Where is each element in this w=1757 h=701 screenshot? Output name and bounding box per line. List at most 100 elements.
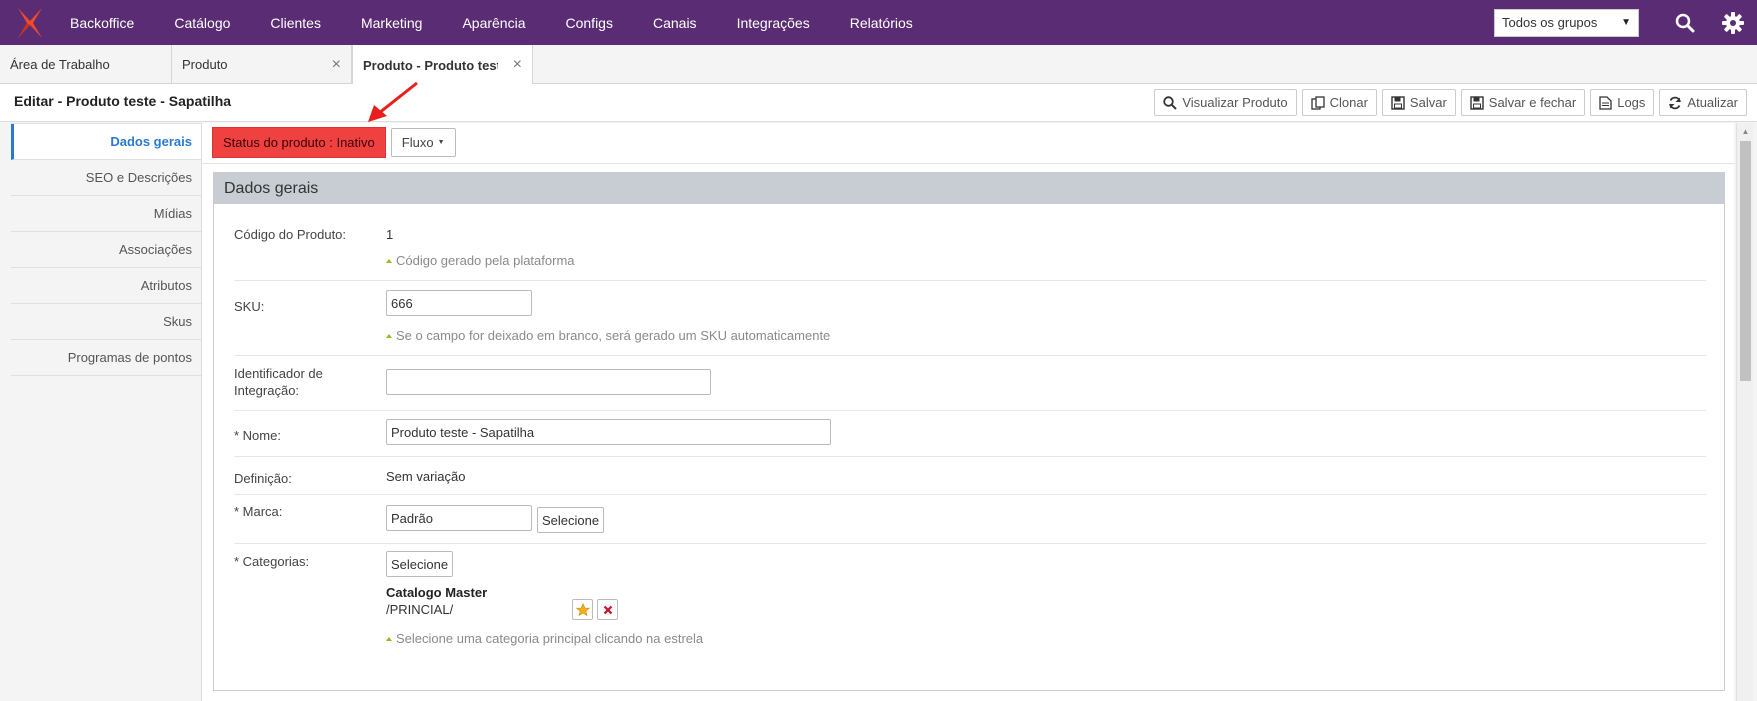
sidebar-item-dados-gerais[interactable]: Dados gerais <box>11 124 202 160</box>
save-icon <box>1391 95 1405 110</box>
categories-select-button[interactable]: Selecione <box>386 551 454 577</box>
nav-catalogo[interactable]: Catálogo <box>154 0 250 45</box>
brand-label: * Marca: <box>234 504 283 519</box>
nav-clientes[interactable]: Clientes <box>250 0 341 45</box>
clone-button[interactable]: Clonar <box>1301 89 1377 116</box>
nav-configs[interactable]: Configs <box>546 0 633 45</box>
divider <box>202 163 1735 164</box>
integration-id-label: Identificador de Integração: <box>234 365 323 399</box>
tab-label: Produto <box>182 57 228 72</box>
nav-canais[interactable]: Canais <box>633 0 717 45</box>
dropdown-arrow-icon: ▼ <box>1621 17 1631 28</box>
view-product-label: Visualizar Produto <box>1182 95 1288 110</box>
copy-icon <box>1310 95 1325 110</box>
divider <box>234 280 1706 281</box>
sidebar-item-seo[interactable]: SEO e Descrições <box>11 160 202 196</box>
code-hint: Código gerado pela plataforma <box>386 253 575 268</box>
annotation-arrow-icon <box>368 81 418 122</box>
categories-hint: Selecione uma categoria principal clican… <box>386 631 703 646</box>
document-icon <box>1599 95 1612 110</box>
divider <box>234 543 1706 544</box>
nav-marketing[interactable]: Marketing <box>341 0 442 45</box>
sidebar-item-atributos[interactable]: Atributos <box>11 268 202 304</box>
close-icon[interactable]: × <box>513 56 522 74</box>
vertical-scrollbar[interactable]: ▲ <box>1736 123 1753 701</box>
sku-label: SKU: <box>234 299 265 314</box>
logs-button[interactable]: Logs <box>1590 89 1655 116</box>
tab-area-de-trabalho[interactable]: Área de Trabalho <box>0 45 172 84</box>
definition-label: Definição: <box>234 471 292 486</box>
page-title: Editar - Produto teste - Sapatilha <box>14 93 232 109</box>
main-content: Status do produto : Inativo Fluxo ▼ Dado… <box>201 123 1735 701</box>
nav-aparencia[interactable]: Aparência <box>442 0 545 45</box>
name-input[interactable]: Produto teste - Sapatilha <box>386 419 831 445</box>
close-icon[interactable]: × <box>332 56 341 74</box>
code-label: Código do Produto: <box>234 227 347 242</box>
search-icon[interactable] <box>1661 0 1709 45</box>
title-row: Editar - Produto teste - Sapatilha Visua… <box>0 84 1757 122</box>
scroll-up-icon[interactable]: ▲ <box>1737 123 1754 140</box>
tab-label: Produto - Produto teste <box>363 57 498 73</box>
refresh-label: Atualizar <box>1687 95 1738 110</box>
divider <box>234 494 1706 495</box>
catalog-name: Catalogo Master <box>386 585 488 600</box>
save-button[interactable]: Salvar <box>1381 89 1456 116</box>
status-badge[interactable]: Status do produto : Inativo <box>212 127 386 158</box>
integration-id-label-line2: Integração: <box>234 383 300 398</box>
tab-label: Área de Trabalho <box>10 57 110 72</box>
nav-relatorios[interactable]: Relatórios <box>830 0 933 45</box>
gear-icon[interactable] <box>1709 0 1757 45</box>
code-hint-text: Código gerado pela plataforma <box>396 253 575 268</box>
sku-hint-text: Se o campo for deixado em branco, será g… <box>396 328 831 343</box>
group-select[interactable]: Todos os grupos ▼ <box>1494 8 1639 37</box>
remove-icon[interactable] <box>597 599 618 620</box>
caret-up-icon <box>386 333 392 338</box>
status-bar: Status do produto : Inativo Fluxo ▼ <box>212 127 456 158</box>
sku-hint: Se o campo for deixado em branco, será g… <box>386 328 830 343</box>
flow-dropdown-button[interactable]: Fluxo ▼ <box>390 128 456 157</box>
sidebar-item-programas-de-pontos[interactable]: Programas de pontos <box>11 340 202 376</box>
nav-integracoes[interactable]: Integrações <box>717 0 830 45</box>
panel-title: Dados gerais <box>214 173 1724 204</box>
sku-input[interactable]: 666 <box>386 290 532 316</box>
sidebar-item-associacoes[interactable]: Associações <box>11 232 202 268</box>
refresh-button[interactable]: Atualizar <box>1659 89 1747 116</box>
integration-id-input[interactable] <box>386 369 711 395</box>
clone-label: Clonar <box>1329 95 1368 110</box>
caret-up-icon <box>386 636 392 641</box>
category-path: /PRINCIAL/ <box>386 602 454 617</box>
integration-id-label-line1: Identificador de <box>234 366 323 381</box>
star-icon[interactable] <box>572 599 593 620</box>
scroll-thumb[interactable] <box>1740 141 1751 381</box>
general-data-panel: Dados gerais Código do Produto: 1 Código… <box>213 172 1725 691</box>
flow-label: Fluxo <box>401 135 434 150</box>
tab-produto[interactable]: Produto × <box>172 45 352 84</box>
refresh-icon <box>1669 96 1682 109</box>
top-navbar: Backoffice Catálogo Clientes Marketing A… <box>0 0 1757 45</box>
tab-bar: Área de Trabalho Produto × Produto - Pro… <box>0 45 1757 85</box>
logo[interactable] <box>0 0 60 45</box>
sidebar-item-skus[interactable]: Skus <box>11 304 202 340</box>
logs-label: Logs <box>1617 95 1646 110</box>
categories-label: * Categorias: <box>234 554 310 569</box>
group-select-value: Todos os grupos <box>1502 15 1598 30</box>
brand-input[interactable]: Padrão <box>386 505 532 531</box>
action-toolbar: Visualizar Produto Clonar Salvar Salvar … <box>1154 89 1747 116</box>
section-sidebar: Dados gerais SEO e Descrições Mídias Ass… <box>11 123 202 376</box>
save-label: Salvar <box>1409 95 1447 110</box>
save-and-close-button[interactable]: Salvar e fechar <box>1460 89 1586 116</box>
divider <box>234 410 1706 411</box>
caret-down-icon: ▼ <box>437 139 445 146</box>
divider <box>234 456 1706 457</box>
code-value: 1 <box>386 227 394 242</box>
caret-up-icon <box>386 258 392 263</box>
brand-select-button[interactable]: Selecione <box>537 507 605 533</box>
save-icon <box>1470 95 1484 110</box>
name-label: * Nome: <box>234 428 281 443</box>
search-icon <box>1163 95 1178 110</box>
tab-produto-teste[interactable]: Produto - Produto teste × <box>352 45 533 85</box>
view-product-button[interactable]: Visualizar Produto <box>1154 89 1297 116</box>
nav-backoffice[interactable]: Backoffice <box>60 0 154 45</box>
save-and-close-label: Salvar e fechar <box>1488 95 1577 110</box>
sidebar-item-midias[interactable]: Mídias <box>11 196 202 232</box>
